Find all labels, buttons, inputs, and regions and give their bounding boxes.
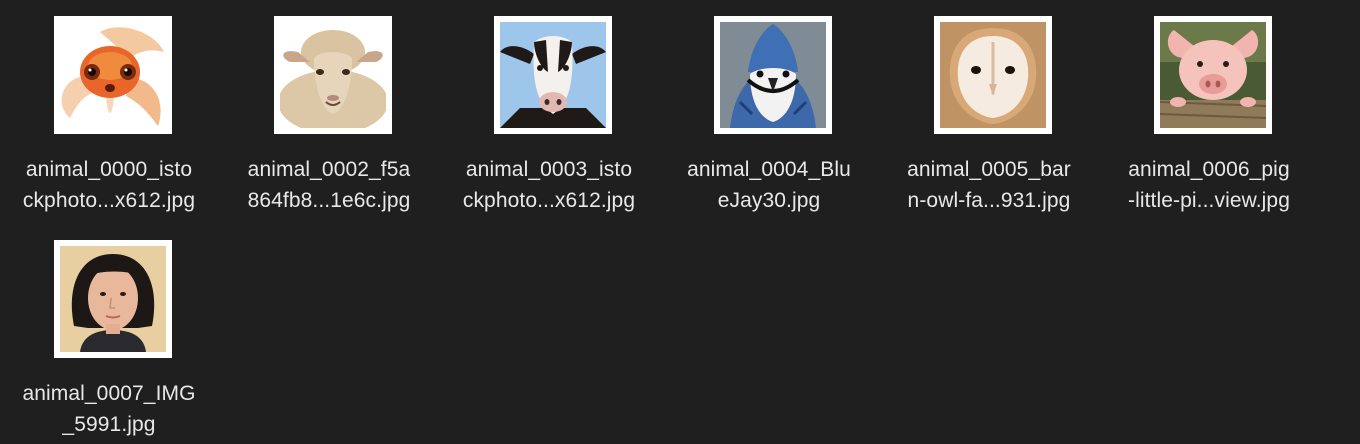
file-name-label: animal_0004_Blu eJay30.jpg (687, 158, 851, 212)
file-name-label: animal_0000_isto ckphoto...x612.jpg (22, 158, 196, 212)
pig-image (1160, 22, 1266, 128)
thumbnail-pig[interactable] (1154, 16, 1272, 134)
file-name-label: animal_0006_pig -little-pi...view.jpg (1128, 158, 1290, 212)
sheep-image (280, 22, 386, 128)
file-name-label: animal_0003_isto ckphoto...x612.jpg (462, 158, 636, 212)
file-item-pig[interactable]: animal_0006_pig -little-pi...view.jpg (1104, 16, 1314, 216)
goldfish-image (60, 22, 166, 128)
thumbnail-barn-owl[interactable] (934, 16, 1052, 134)
blue-jay-image (720, 22, 826, 128)
thumbnail-blue-jay[interactable] (714, 16, 832, 134)
thumbnail-person[interactable] (54, 240, 172, 358)
cow-image (500, 22, 606, 128)
file-name-label: animal_0005_bar n-owl-fa...931.jpg (907, 158, 1071, 212)
file-item-goldfish[interactable]: animal_0000_isto ckphoto...x612.jpg (4, 16, 214, 216)
thumbnail-sheep[interactable] (274, 16, 392, 134)
file-item-barn-owl[interactable]: animal_0005_bar n-owl-fa...931.jpg (884, 16, 1094, 216)
person-photo-image (60, 246, 166, 352)
thumbnail-cow[interactable] (494, 16, 612, 134)
barn-owl-image (940, 22, 1046, 128)
file-item-blue-jay[interactable]: animal_0004_Blu eJay30.jpg (664, 16, 874, 216)
file-icon-grid: animal_0000_isto ckphoto...x612.jpg anima… (0, 0, 1360, 444)
file-name-label: animal_0002_f5a 864fb8...1e6c.jpg (247, 158, 411, 212)
file-item-cow[interactable]: animal_0003_isto ckphoto...x612.jpg (444, 16, 654, 216)
file-item-sheep[interactable]: animal_0002_f5a 864fb8...1e6c.jpg (224, 16, 434, 216)
file-name-label: animal_0007_IMG _5991.jpg (22, 382, 196, 436)
file-item-person[interactable]: animal_0007_IMG _5991.jpg (4, 240, 214, 440)
thumbnail-goldfish[interactable] (54, 16, 172, 134)
